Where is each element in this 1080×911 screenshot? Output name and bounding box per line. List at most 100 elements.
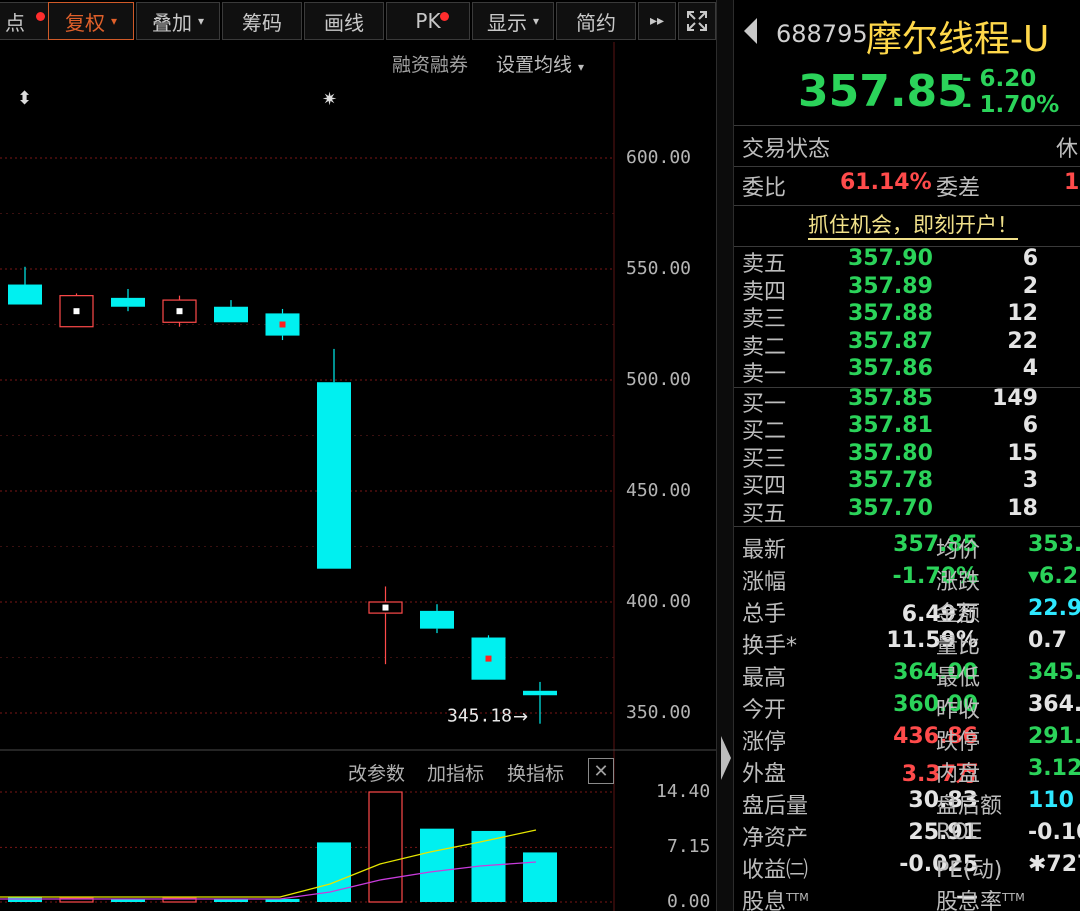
stat-label: 跌停 xyxy=(936,730,981,755)
toolbar-button-1[interactable]: 复权 ▾ xyxy=(48,2,134,40)
level-label: 卖一 xyxy=(742,362,787,388)
stat-label: 股息率TTM xyxy=(936,890,1025,911)
toolbar-button-0[interactable]: 点 xyxy=(0,2,50,40)
candlestick[interactable] xyxy=(368,586,403,665)
volume-bar[interactable] xyxy=(420,828,454,902)
stat-label: PE(动) xyxy=(936,858,1003,883)
level-price: 357.78 xyxy=(848,468,933,494)
order-ratio-row: 委比 61.14% 委差 14 xyxy=(734,170,1080,202)
set-ma-button[interactable]: 设置均线 ▾ xyxy=(496,50,584,77)
split-event-icon[interactable]: ⬍ xyxy=(17,88,32,109)
last-price: 357.85 xyxy=(798,66,968,117)
stat-label: 收益㈡ xyxy=(742,858,809,883)
candlestick[interactable] xyxy=(420,604,454,634)
toolbar-button-5[interactable]: PK xyxy=(386,2,470,40)
level-price: 357.80 xyxy=(848,440,933,466)
indicator-button-1[interactable]: 加指标 xyxy=(427,759,484,786)
price-change-pct: - 1.70% xyxy=(962,92,1060,118)
stats-row: 净资产25.91ROE-0.10 xyxy=(734,820,1080,852)
stat-value: ▾6.2 xyxy=(1028,564,1079,589)
stats-row: 盘后量 30.83 盘后额 110 xyxy=(734,788,1080,820)
candlestick[interactable] xyxy=(471,635,506,680)
stock-name: 摩尔线程-U xyxy=(866,19,1050,60)
close-icon[interactable]: ✕ xyxy=(588,758,614,784)
level-volume: 15 xyxy=(1007,440,1038,466)
volume-bar[interactable] xyxy=(523,852,557,902)
price-tick-label: 600.00 xyxy=(626,147,692,168)
margin-trading-button[interactable]: 融资融券 xyxy=(392,50,468,77)
toolbar-button-2[interactable]: 叠加 ▾ xyxy=(136,2,220,40)
indicator-button-2[interactable]: 换指标 xyxy=(507,759,564,786)
toolbar-button-4[interactable]: 画线 xyxy=(304,2,384,40)
chart-toolbar: 点 复权 ▾ 叠加 ▾ 筹码 画线 PK 显示 ▾ 简约 ▸▸ xyxy=(0,0,716,42)
stats-row: 收益㈡-0.025PE(动)✱7273. xyxy=(734,852,1080,884)
toolbar-button-label: 简约 xyxy=(576,10,616,35)
collapse-arrow-icon[interactable] xyxy=(721,736,731,780)
weicha-label: 委差 xyxy=(936,176,981,201)
trade-status-label: 交易状态 xyxy=(742,137,831,162)
level-price: 357.86 xyxy=(848,356,933,382)
stat-label: 总手 xyxy=(742,602,787,627)
stat-label: 外盘 xyxy=(742,762,787,787)
level-volume: 18 xyxy=(1007,495,1038,521)
trade-marker-icon xyxy=(382,604,389,611)
toolbar-button-label: PK xyxy=(415,9,441,33)
candlestick[interactable] xyxy=(317,348,351,569)
price-change: - 6.20 xyxy=(962,66,1037,92)
open-account-link[interactable]: 抓住机会，即刻开户！ xyxy=(808,212,1018,240)
ask-row[interactable]: 卖一 357.86 4 xyxy=(734,356,1080,388)
weibi-value: 61.14% xyxy=(840,170,932,195)
trade-status-row: 交易状态 休 xyxy=(734,131,1080,163)
price-tick-label: 500.00 xyxy=(626,369,692,390)
fullscreen-button[interactable] xyxy=(678,2,716,40)
volume-ma-line xyxy=(0,829,537,898)
stat-label: 昨收 xyxy=(936,698,981,723)
level-price: 357.87 xyxy=(848,328,933,354)
stat-label: ROE xyxy=(936,820,983,845)
candlestick[interactable] xyxy=(111,288,145,312)
candlestick[interactable] xyxy=(214,300,248,323)
candlestick[interactable] xyxy=(59,293,94,328)
level-volume: 2 xyxy=(1022,273,1038,299)
stat-label: 盘后额 xyxy=(936,794,1003,819)
info-event-icon[interactable]: ✷ xyxy=(322,89,337,110)
chevron-down-icon: ▾ xyxy=(532,14,540,28)
trade-marker-icon xyxy=(485,655,492,662)
price-tick-label: 550.00 xyxy=(626,258,692,279)
stat-value: 3.12 xyxy=(1028,756,1080,781)
candlestick[interactable] xyxy=(265,308,300,341)
toolbar-button-6[interactable]: 显示 ▾ xyxy=(472,2,554,40)
price-tick-label: 400.00 xyxy=(626,591,692,612)
stat-label-suffix: TTM xyxy=(1002,890,1025,904)
stats-row: 涨幅 -1.70% 涨跌 ▾6.2 xyxy=(734,564,1080,596)
stat-value: 22.95 xyxy=(1028,596,1080,621)
level-volume: 3 xyxy=(1022,468,1038,494)
toolbar-button-label: 画线 xyxy=(324,10,364,35)
candlestick[interactable] xyxy=(523,681,557,724)
set-ma-label: 设置均线 xyxy=(496,54,573,76)
stat-value: 353.0 xyxy=(1028,532,1080,557)
stat-value: 291.2 xyxy=(1028,724,1080,749)
level-price: 357.88 xyxy=(848,301,933,327)
level-price: 357.85 xyxy=(848,386,933,411)
toolbar-button-3[interactable]: 筹码 xyxy=(222,2,302,40)
level-price: 357.70 xyxy=(848,495,933,521)
level-volume: 6 xyxy=(1022,246,1038,271)
stat-value: 364.0 xyxy=(1028,692,1080,717)
back-arrow-icon[interactable] xyxy=(744,18,757,44)
bid-row[interactable]: 买五 357.70 18 xyxy=(734,496,1080,528)
kline-chart[interactable]: ⬍ ✷ 345.18 → 融资融券 设置均线 ▾ 600.00 550.00 500.00 4… xyxy=(0,42,716,911)
candlestick[interactable] xyxy=(162,295,197,327)
level-volume: 22 xyxy=(1007,328,1038,354)
stat-label: 股息TTM xyxy=(742,890,809,911)
stat-label: 换手* xyxy=(742,634,798,659)
volume-bar[interactable] xyxy=(8,897,42,902)
candlestick[interactable] xyxy=(8,266,42,305)
toolbar-button-7[interactable]: 简约 xyxy=(556,2,636,40)
toolbar-button-label: 显示 xyxy=(486,10,527,35)
indicator-button-0[interactable]: 改参数 xyxy=(348,759,405,786)
volume-bar[interactable] xyxy=(368,791,403,903)
panel-splitter[interactable] xyxy=(716,0,734,911)
more-tools-button[interactable]: ▸▸ xyxy=(638,2,676,40)
chevron-down-icon: ▾ xyxy=(197,14,205,28)
